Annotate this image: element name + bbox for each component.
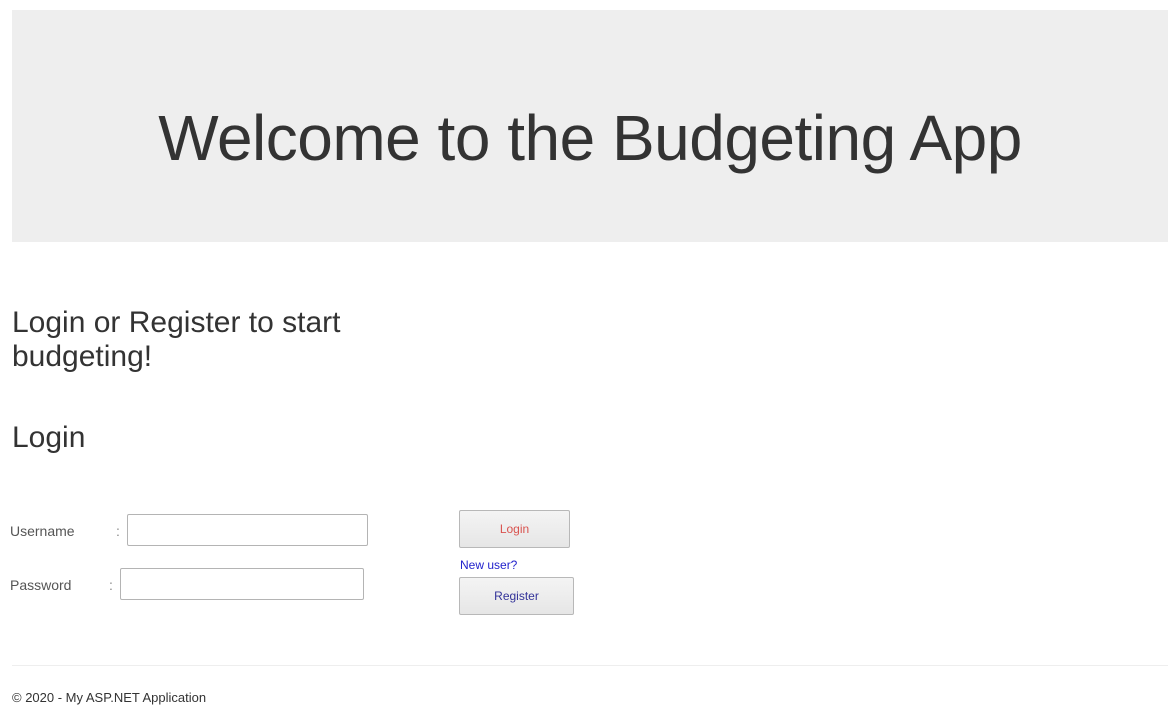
login-heading: Login [12,421,86,454]
page-title: Welcome to the Budgeting App [158,102,1022,174]
username-label: Username [10,523,75,539]
footer-copyright: © 2020 - My ASP.NET Application [12,690,207,705]
jumbotron: Welcome to the Budgeting App [12,10,1168,242]
new-user-link[interactable]: New user? [460,558,517,572]
username-input[interactable] [127,514,368,546]
intro-heading: Login or Register to start budgeting! [12,306,341,373]
password-input[interactable] [120,568,364,600]
page: Welcome to the Budgeting App Login or Re… [0,0,1168,708]
username-colon: : [116,523,120,539]
login-button[interactable]: Login [459,510,570,548]
password-label: Password [10,577,72,593]
register-button[interactable]: Register [459,577,574,615]
footer-divider [12,665,1168,666]
password-colon: : [109,577,113,593]
